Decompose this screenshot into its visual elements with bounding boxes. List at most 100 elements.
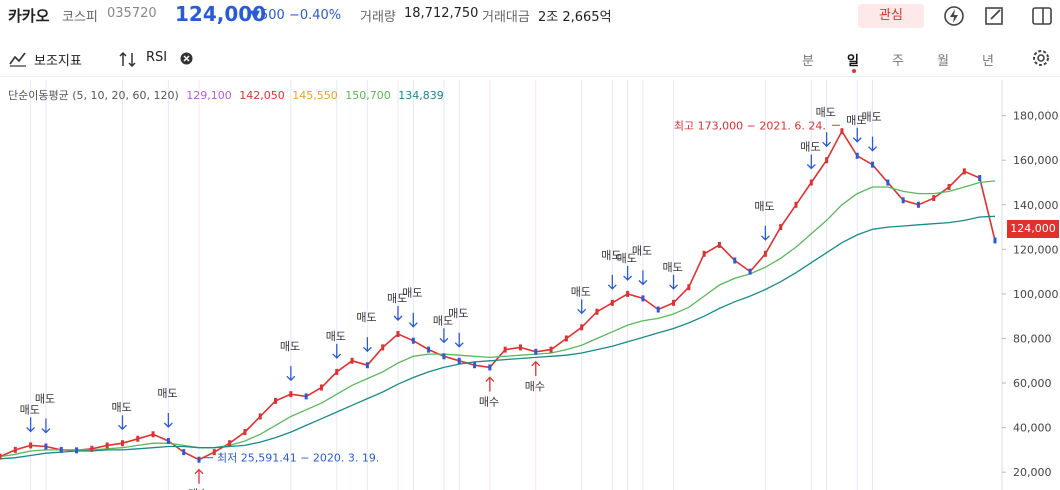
remove-rsi-icon[interactable]: [180, 52, 193, 65]
sell-arrow-icon: [118, 415, 127, 431]
sell-arrow-icon: [439, 328, 449, 344]
price-candle: [626, 290, 630, 297]
buy-arrow-icon: [194, 468, 204, 484]
current-price-tag: 124,000: [1007, 220, 1059, 238]
price-candle: [59, 446, 63, 453]
sell-arrow-icon: [623, 265, 633, 281]
price-candle: [335, 368, 339, 375]
price-candle: [656, 306, 660, 313]
price-candle: [534, 348, 538, 355]
sell-signal-label: 매도: [571, 285, 591, 298]
sell-arrow-icon: [852, 127, 862, 143]
sell-signal-label: 매도: [862, 111, 882, 124]
rsi-label: RSI: [146, 50, 168, 65]
price-candle: [702, 250, 706, 257]
price-candle: [319, 384, 323, 391]
ma10-value: 142,050: [239, 89, 285, 102]
volume-label: 거래량: [360, 10, 396, 25]
y-tick-label: 140,000: [1013, 199, 1059, 212]
period-year[interactable]: 년: [978, 50, 998, 69]
edit-icon[interactable]: [982, 4, 1006, 28]
moving-average-legend: 단순이동평균 (5, 10, 20, 60, 120) 129,100 142,…: [8, 87, 448, 103]
price-candle: [411, 337, 415, 344]
sell-arrow-icon: [607, 274, 617, 290]
series-line-price: [0, 129, 996, 461]
sell-arrow-icon: [454, 332, 464, 348]
price-candle: [365, 362, 369, 369]
price-candle: [916, 201, 920, 208]
stock-name: 카카오: [8, 7, 50, 25]
ma60-value: 150,700: [345, 89, 391, 102]
price-candle: [610, 299, 614, 306]
price-candle: [304, 393, 308, 400]
sell-signal-label: 매도: [632, 244, 652, 257]
price-candle: [763, 250, 767, 257]
sell-signal-label: 매도: [35, 393, 55, 406]
sell-arrow-icon: [822, 132, 832, 148]
price-candle: [855, 152, 859, 159]
sell-arrow-icon: [26, 417, 36, 433]
watch-button[interactable]: 관심: [858, 4, 924, 28]
price-candle: [457, 357, 461, 364]
sell-arrow-icon: [760, 225, 770, 241]
y-tick-label: 40,000: [1013, 422, 1052, 435]
low-annotation: 최저 25,591.41 − 2020. 3. 19.: [217, 452, 379, 465]
price-candle: [672, 299, 676, 306]
volume-value: 18,712,750: [404, 6, 479, 21]
lightning-icon[interactable]: [942, 4, 966, 28]
price-candle: [274, 397, 278, 404]
sell-signal-label: 매도: [326, 330, 346, 343]
price-candle: [105, 442, 109, 449]
price-candle: [809, 179, 813, 186]
y-tick-label: 80,000: [1013, 332, 1052, 345]
series-line-ma120: [0, 215, 996, 460]
price-candle: [136, 435, 140, 442]
buy-signal-label: 매수: [479, 395, 499, 408]
price-change: ▼500 −0.40%: [250, 8, 342, 23]
price-candle: [932, 195, 936, 202]
price-candle: [75, 447, 79, 454]
sell-signal-label: 매도: [402, 287, 422, 300]
period-day[interactable]: 일: [843, 50, 863, 69]
price-candle: [473, 362, 477, 369]
price-candle: [580, 324, 584, 331]
sell-arrow-icon: [868, 136, 877, 152]
ma120-value: 134,839: [398, 89, 444, 102]
sell-arrow-icon: [41, 418, 51, 434]
split-view-icon[interactable]: [1030, 4, 1054, 28]
price-candle: [794, 201, 798, 208]
period-month[interactable]: 월: [933, 50, 953, 69]
sell-arrow-icon: [163, 412, 173, 428]
sell-arrow-icon: [286, 366, 296, 382]
period-week[interactable]: 주: [888, 50, 908, 69]
indicator-icon[interactable]: [8, 50, 28, 68]
y-tick-label: 120,000: [1013, 243, 1059, 256]
price-candle: [825, 157, 829, 164]
price-candle: [166, 437, 170, 444]
price-candle: [978, 175, 982, 182]
price-candle: [44, 443, 48, 450]
price-candle: [90, 445, 94, 452]
amount-value: 2조 2,665억: [538, 10, 612, 25]
y-tick-label: 160,000: [1013, 154, 1059, 167]
active-period-dot: [852, 69, 856, 73]
price-candle: [840, 128, 844, 135]
series-line-ma60: [0, 180, 996, 458]
price-candle: [748, 268, 752, 275]
indicator-button[interactable]: 보조지표: [34, 50, 82, 69]
sell-arrow-icon: [638, 270, 648, 286]
price-candle: [427, 346, 431, 353]
market-name: 코스피: [62, 10, 98, 25]
rsi-icon: [119, 51, 136, 68]
sell-arrow-icon: [577, 299, 587, 315]
price-chart[interactable]: 180,000 160,000 140,000 120,000 100,000 80,00…: [0, 80, 1060, 490]
y-tick-label: 20,000: [1013, 466, 1052, 479]
settings-gear-icon[interactable]: [1030, 47, 1052, 69]
sell-signal-label: 매도: [448, 307, 468, 320]
amount-label: 거래대금: [482, 10, 530, 25]
period-minute[interactable]: 분: [798, 50, 818, 69]
price-candle: [549, 346, 553, 353]
price-candle: [151, 431, 155, 438]
sell-arrow-icon: [362, 337, 372, 353]
price-candle: [503, 346, 507, 353]
